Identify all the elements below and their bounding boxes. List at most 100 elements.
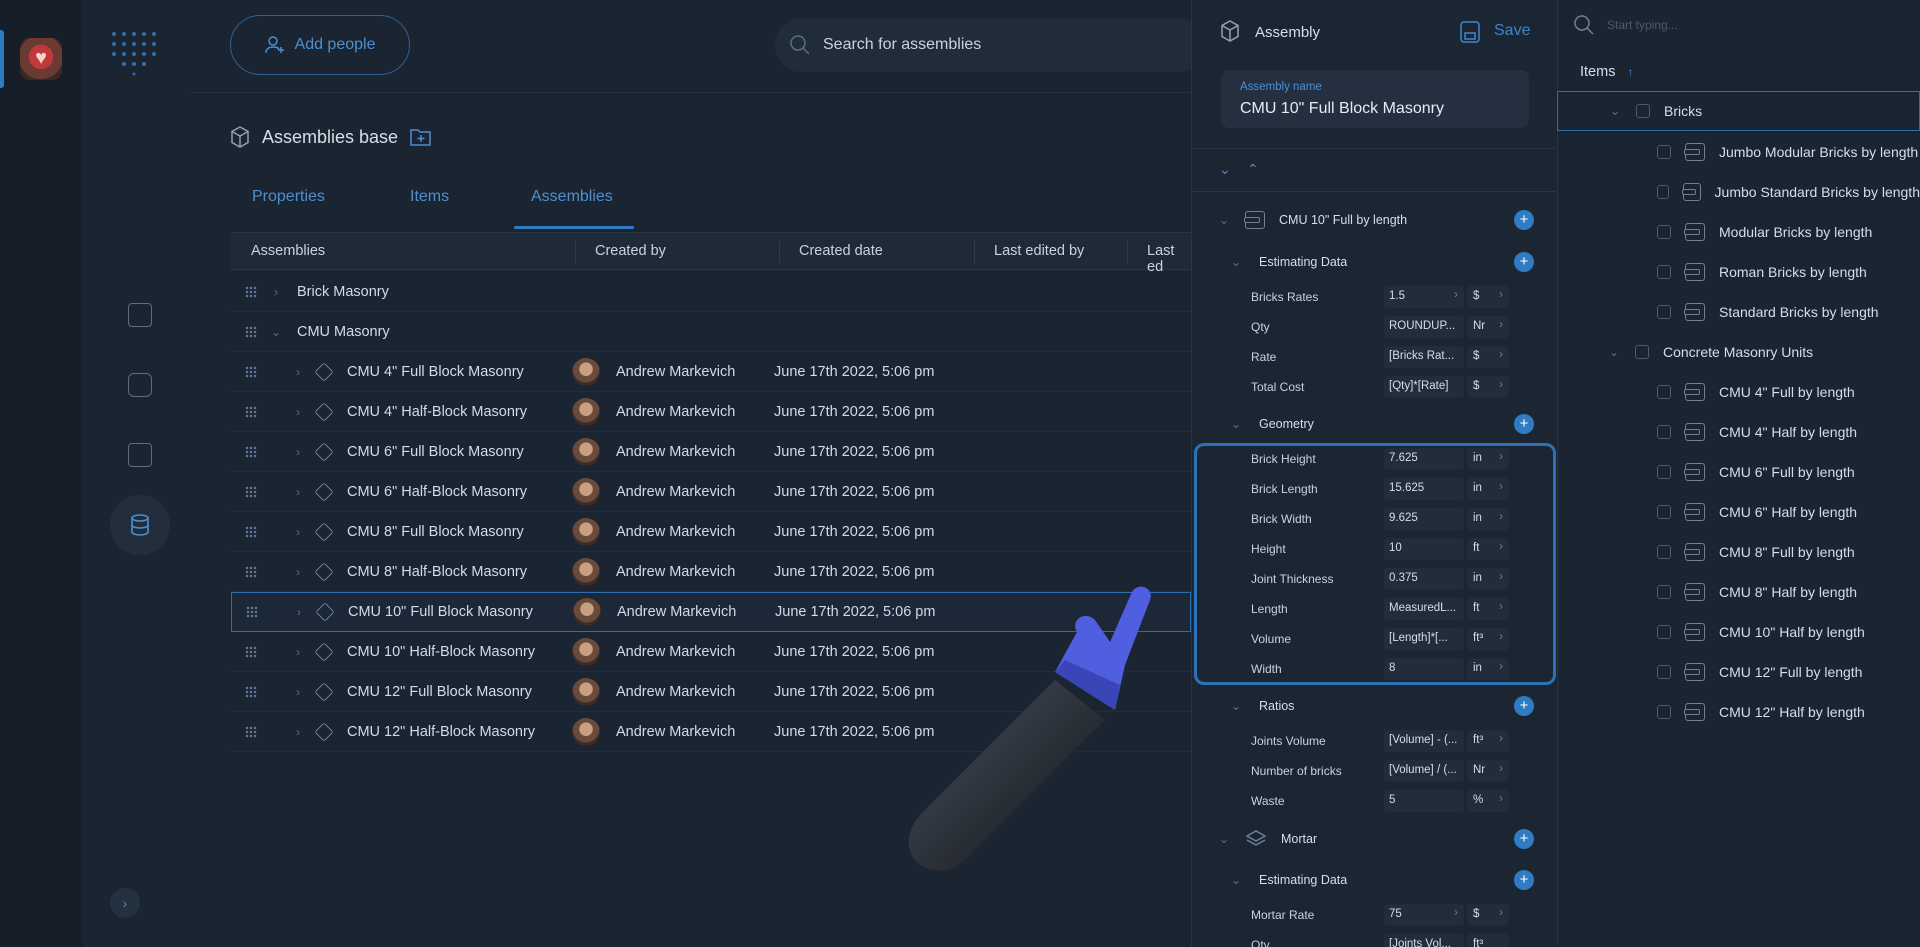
tree-group-cmu[interactable]: ⌄ Concrete Masonry Units (1557, 332, 1920, 372)
panel-item-cmu-10-full[interactable]: ⌄ CMU 10" Full by length + (1191, 202, 1556, 238)
property-value-field[interactable]: 1.5 › (1384, 286, 1464, 308)
property-value-field[interactable]: [Volume] - (... (1384, 730, 1464, 752)
checkbox[interactable] (1657, 305, 1671, 319)
property-unit-field[interactable]: ft³ › (1467, 730, 1509, 752)
drag-handle-icon[interactable] (245, 325, 257, 338)
property-value-field[interactable]: [Volume] / (... (1384, 760, 1464, 782)
property-unit-field[interactable]: Nr › (1467, 316, 1509, 338)
assembly-name-value[interactable]: CMU 10" Full Block Masonry (1240, 100, 1444, 118)
column-header-created-date[interactable]: Created date (799, 243, 883, 259)
property-value-field[interactable]: [Joints Vol... (1384, 934, 1464, 947)
save-icon[interactable] (1460, 21, 1480, 43)
chevron-right-icon[interactable]: › (291, 645, 305, 659)
checkbox[interactable] (1636, 104, 1650, 118)
column-header-last-edited[interactable]: Last ed (1147, 243, 1191, 275)
tree-item[interactable]: CMU 8" Half by length (1557, 572, 1920, 612)
drag-handle-icon[interactable] (245, 725, 257, 738)
property-value-field[interactable]: [Qty]*[Rate] (1384, 376, 1464, 398)
property-unit-field[interactable]: $ › (1467, 376, 1509, 398)
add-icon[interactable]: + (1514, 252, 1534, 272)
chevron-right-icon[interactable]: › (291, 485, 305, 499)
column-header-assemblies[interactable]: Assemblies (251, 243, 325, 259)
chevron-down-icon[interactable]: ⌄ (1229, 417, 1243, 431)
chevron-down-icon[interactable]: ⌄ (1229, 255, 1243, 269)
drag-handle-icon[interactable] (245, 285, 257, 298)
property-unit-field[interactable]: ft³ (1467, 934, 1509, 947)
property-value-field[interactable]: ROUNDUP... (1384, 316, 1464, 338)
tree-item[interactable]: CMU 12" Half by length (1557, 692, 1920, 732)
checkbox[interactable] (1657, 505, 1671, 519)
group-row-cmu-masonry[interactable]: ⌄ CMU Masonry (231, 312, 1191, 352)
section-geometry[interactable]: ⌄ Geometry + (1191, 406, 1556, 442)
chevron-right-icon[interactable]: › (291, 365, 305, 379)
tab-assemblies[interactable]: Assemblies (531, 188, 613, 206)
property-unit-field[interactable]: $ › (1467, 346, 1509, 368)
column-header-created-by[interactable]: Created by (595, 243, 666, 259)
group-row-brick-masonry[interactable]: › Brick Masonry (231, 272, 1191, 312)
tree-item[interactable]: Jumbo Standard Bricks by length (1557, 172, 1920, 212)
items-search-input[interactable]: Start typing... (1573, 14, 1678, 36)
checkbox[interactable] (1657, 385, 1671, 399)
table-row[interactable]: › CMU 4" Full Block Masonry Andrew Marke… (231, 352, 1191, 392)
checkbox[interactable] (1657, 625, 1671, 639)
chevron-down-icon[interactable]: ⌄ (1607, 345, 1621, 359)
tree-item[interactable]: CMU 12" Full by length (1557, 652, 1920, 692)
add-people-button[interactable]: Add people (230, 15, 410, 75)
tree-item[interactable]: Standard Bricks by length (1557, 292, 1920, 332)
drag-handle-icon[interactable] (245, 525, 257, 538)
add-icon[interactable]: + (1514, 829, 1534, 849)
checkbox[interactable] (1657, 145, 1671, 159)
collapse-all-icon[interactable]: ⌄ (1219, 161, 1231, 178)
chevron-right-icon[interactable]: › (291, 725, 305, 739)
section-estimating-data[interactable]: ⌄ Estimating Data + (1191, 862, 1556, 898)
tree-item[interactable]: CMU 6" Full by length (1557, 452, 1920, 492)
column-header-last-edited-by[interactable]: Last edited by (994, 243, 1084, 259)
checkbox[interactable] (1657, 185, 1670, 199)
property-value-field[interactable]: 75 › (1384, 904, 1464, 926)
tree-item[interactable]: Roman Bricks by length (1557, 252, 1920, 292)
chevron-down-icon[interactable]: ⌄ (269, 325, 283, 339)
tree-item[interactable]: Jumbo Modular Bricks by length (1557, 132, 1920, 172)
checkbox[interactable] (1657, 465, 1671, 479)
expand-sidebar-button[interactable]: › (110, 888, 140, 918)
chevron-down-icon[interactable]: ⌄ (1608, 104, 1622, 118)
chevron-right-icon[interactable]: › (269, 285, 283, 299)
apps-grid-icon[interactable] (110, 30, 166, 78)
assemblies-search[interactable]: Search for assemblies (775, 18, 1205, 72)
add-icon[interactable]: + (1514, 210, 1534, 230)
chevron-right-icon[interactable]: › (291, 405, 305, 419)
table-row[interactable]: › CMU 6" Full Block Masonry Andrew Marke… (231, 432, 1191, 472)
chevron-right-icon[interactable]: › (291, 685, 305, 699)
tree-item[interactable]: CMU 10" Half by length (1557, 612, 1920, 652)
tree-item[interactable]: Modular Bricks by length (1557, 212, 1920, 252)
tree-item[interactable]: CMU 6" Half by length (1557, 492, 1920, 532)
add-icon[interactable]: + (1514, 696, 1534, 716)
chevron-down-icon[interactable]: ⌄ (1217, 213, 1231, 227)
drag-handle-icon[interactable] (245, 365, 257, 378)
panel-item-mortar[interactable]: ⌄ Mortar + (1191, 820, 1556, 858)
drag-handle-icon[interactable] (245, 685, 257, 698)
tree-item[interactable]: CMU 8" Full by length (1557, 532, 1920, 572)
tab-items[interactable]: Items (410, 188, 449, 206)
add-icon[interactable]: + (1514, 414, 1534, 434)
table-row[interactable]: › CMU 6" Half-Block Masonry Andrew Marke… (231, 472, 1191, 512)
assembly-name-field[interactable] (1221, 70, 1529, 128)
drag-handle-icon[interactable] (245, 485, 257, 498)
layers-icon[interactable] (128, 443, 152, 467)
chevron-right-icon[interactable]: › (291, 445, 305, 459)
checkbox[interactable] (1657, 225, 1671, 239)
checkbox[interactable] (1657, 665, 1671, 679)
table-row[interactable]: › CMU 8" Full Block Masonry Andrew Marke… (231, 512, 1191, 552)
add-folder-icon[interactable] (410, 127, 432, 147)
checkbox[interactable] (1657, 265, 1671, 279)
chevron-down-icon[interactable]: ⌄ (1229, 873, 1243, 887)
chevron-right-icon[interactable]: › (291, 565, 305, 579)
section-estimating-data[interactable]: ⌄ Estimating Data + (1191, 244, 1556, 280)
property-unit-field[interactable]: $ › (1467, 904, 1509, 926)
tree-item[interactable]: CMU 4" Full by length (1557, 372, 1920, 412)
checkbox[interactable] (1657, 425, 1671, 439)
property-value-field[interactable]: [Bricks Rat... (1384, 346, 1464, 368)
drag-handle-icon[interactable] (245, 565, 257, 578)
tree-group-bricks[interactable]: ⌄ Bricks (1557, 91, 1920, 131)
briefcase-icon[interactable] (128, 373, 152, 397)
